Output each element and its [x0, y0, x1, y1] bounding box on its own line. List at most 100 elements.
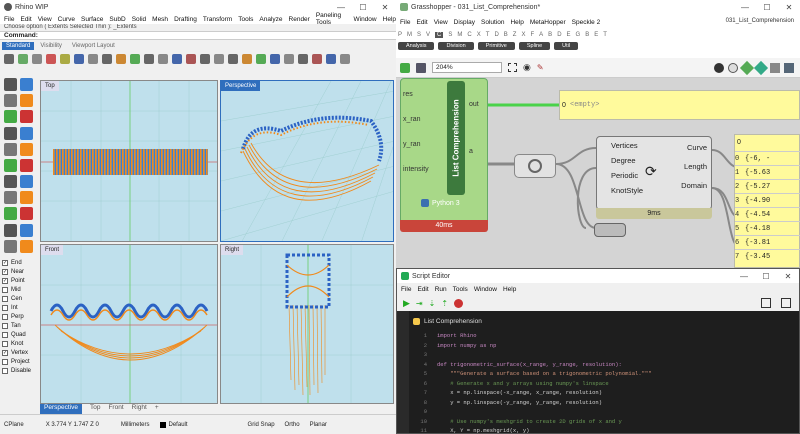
- rhino-menu-item[interactable]: Curve: [58, 16, 75, 23]
- toolbar-icon[interactable]: [88, 54, 98, 64]
- osnap-checkbox[interactable]: [2, 304, 8, 311]
- osnap-item[interactable]: Tan: [2, 321, 38, 330]
- toolbar-icon[interactable]: [46, 54, 56, 64]
- toolbar-icon[interactable]: [60, 54, 70, 64]
- tool-icon[interactable]: [20, 223, 33, 237]
- gh-close-button[interactable]: ✕: [778, 0, 800, 14]
- toolbar-icon[interactable]: [4, 54, 14, 64]
- rhino-menu-item[interactable]: SubD: [109, 16, 125, 23]
- tool-icon[interactable]: [4, 158, 17, 172]
- gh-category-tab[interactable]: E: [567, 32, 571, 38]
- gh-menu-item[interactable]: View: [434, 19, 448, 26]
- rhino-menu-item[interactable]: File: [4, 16, 14, 23]
- rhino-menu-item[interactable]: Solid: [132, 16, 146, 23]
- osnap-checkbox[interactable]: [2, 295, 8, 302]
- gh-minimize-button[interactable]: —: [734, 0, 756, 14]
- tool-icon[interactable]: [20, 175, 33, 189]
- gh-category-tab[interactable]: A: [539, 32, 543, 38]
- osnap-checkbox[interactable]: ✓: [2, 259, 8, 266]
- viewport-tab[interactable]: +: [155, 404, 159, 414]
- gh-category-tab[interactable]: B: [548, 32, 552, 38]
- rhino-menu-item[interactable]: Paneling Tools: [316, 12, 348, 26]
- graph-node[interactable]: [514, 154, 556, 178]
- open-file-icon[interactable]: [400, 62, 410, 73]
- relay-node[interactable]: [594, 223, 626, 237]
- rhino-menu-item[interactable]: Mesh: [152, 16, 168, 23]
- close-button[interactable]: ✕: [374, 0, 396, 14]
- gh-category-tab[interactable]: D: [557, 32, 561, 38]
- curve-output[interactable]: Domain: [681, 181, 707, 190]
- step-icon[interactable]: ⇣: [429, 299, 436, 308]
- toolbar-icon[interactable]: [256, 54, 266, 64]
- toolbar-icon[interactable]: [228, 54, 238, 64]
- osnap-checkbox[interactable]: ✓: [2, 268, 8, 275]
- python-input-x_ran[interactable]: x_ran: [403, 116, 429, 123]
- step-out-icon[interactable]: ⇡: [441, 299, 448, 308]
- tool-icon[interactable]: [4, 78, 17, 91]
- toolbar-tab[interactable]: Viewport Layout: [68, 42, 119, 50]
- tool-icon[interactable]: [4, 207, 17, 221]
- curve-input[interactable]: Periodic: [611, 171, 643, 180]
- gh-category-tab[interactable]: F: [530, 32, 534, 38]
- editor-maximize-button[interactable]: ☐: [755, 269, 777, 283]
- gh-category-tab[interactable]: T: [486, 32, 490, 38]
- curve-input[interactable]: KnotStyle: [611, 186, 643, 195]
- viewport-tab[interactable]: Perspective: [40, 404, 82, 414]
- editor-menu-item[interactable]: Run: [435, 286, 447, 293]
- tool-icon[interactable]: [4, 191, 17, 205]
- dock-left-icon[interactable]: [761, 298, 771, 308]
- stop-icon[interactable]: [454, 298, 464, 308]
- tool-icon[interactable]: [20, 142, 33, 156]
- gh-category-tab[interactable]: M: [457, 32, 462, 38]
- viewport-right[interactable]: Right: [220, 244, 394, 404]
- editor-close-button[interactable]: ✕: [777, 269, 799, 283]
- viewport-tab[interactable]: Right: [132, 404, 147, 414]
- maximize-button[interactable]: ☐: [352, 0, 374, 14]
- osnap-item[interactable]: ✓ End: [2, 258, 38, 267]
- tool-icon[interactable]: [20, 94, 33, 108]
- editor-minimize-button[interactable]: —: [733, 269, 755, 283]
- gh-menu-item[interactable]: File: [400, 19, 410, 26]
- gh-category-tab[interactable]: C: [435, 32, 444, 38]
- code-area[interactable]: 1 import Rhino 2 import numpy as np 3 4 def tr…: [413, 331, 799, 433]
- zoom-field[interactable]: 204%: [432, 62, 502, 73]
- tool-icon[interactable]: [4, 175, 17, 189]
- osnap-checkbox[interactable]: ✓: [2, 277, 8, 284]
- osnap-item[interactable]: Mid: [2, 285, 38, 294]
- curve-input[interactable]: Degree: [611, 156, 643, 165]
- curve-input[interactable]: Vertices: [611, 141, 643, 150]
- editor-menu-item[interactable]: Tools: [453, 286, 468, 293]
- python-output-a[interactable]: a: [469, 148, 479, 155]
- save-icon[interactable]: [416, 62, 426, 73]
- toolbar-icon[interactable]: [18, 54, 28, 64]
- gh-subcategory[interactable]: Analysis: [398, 42, 435, 50]
- toolbar-icon[interactable]: [214, 54, 224, 64]
- tool-icon[interactable]: [20, 110, 33, 124]
- gh-category-tab[interactable]: E: [594, 32, 598, 38]
- gh-category-tab[interactable]: Z: [513, 32, 517, 38]
- osnap-item[interactable]: Perp: [2, 312, 38, 321]
- sketch-pen-icon[interactable]: ✎: [537, 63, 544, 72]
- tool-icon[interactable]: [4, 110, 17, 124]
- gh-category-tab[interactable]: S: [417, 32, 421, 38]
- toolbar-icon[interactable]: [102, 54, 112, 64]
- osnap-checkbox[interactable]: [2, 340, 8, 347]
- zoom-extents-icon[interactable]: [508, 63, 517, 72]
- grid-snap-toggle[interactable]: Grid Snap: [248, 422, 275, 428]
- rhino-menu-item[interactable]: Surface: [81, 16, 103, 23]
- curve-component[interactable]: Vertices Degree Periodic KnotStyle Curve Len…: [596, 136, 712, 210]
- preview-eye-icon[interactable]: ◉: [523, 62, 531, 73]
- toolbar-icon[interactable]: [284, 54, 294, 64]
- osnap-checkbox[interactable]: [2, 286, 8, 293]
- editor-menu-item[interactable]: Window: [474, 286, 497, 293]
- rhino-menu-item[interactable]: View: [38, 16, 52, 23]
- gh-subcategory[interactable]: Util: [554, 42, 579, 50]
- planar-toggle[interactable]: Planar: [310, 422, 327, 428]
- toolbar-icon[interactable]: [172, 54, 182, 64]
- toolbar-icon[interactable]: [242, 54, 252, 64]
- toolbar-icon[interactable]: [186, 54, 196, 64]
- gh-subcategory[interactable]: Spline: [518, 42, 551, 50]
- run-debug-icon[interactable]: ⇥: [416, 299, 423, 308]
- command-line[interactable]: Command:: [0, 31, 396, 40]
- toolbar-icon[interactable]: [200, 54, 210, 64]
